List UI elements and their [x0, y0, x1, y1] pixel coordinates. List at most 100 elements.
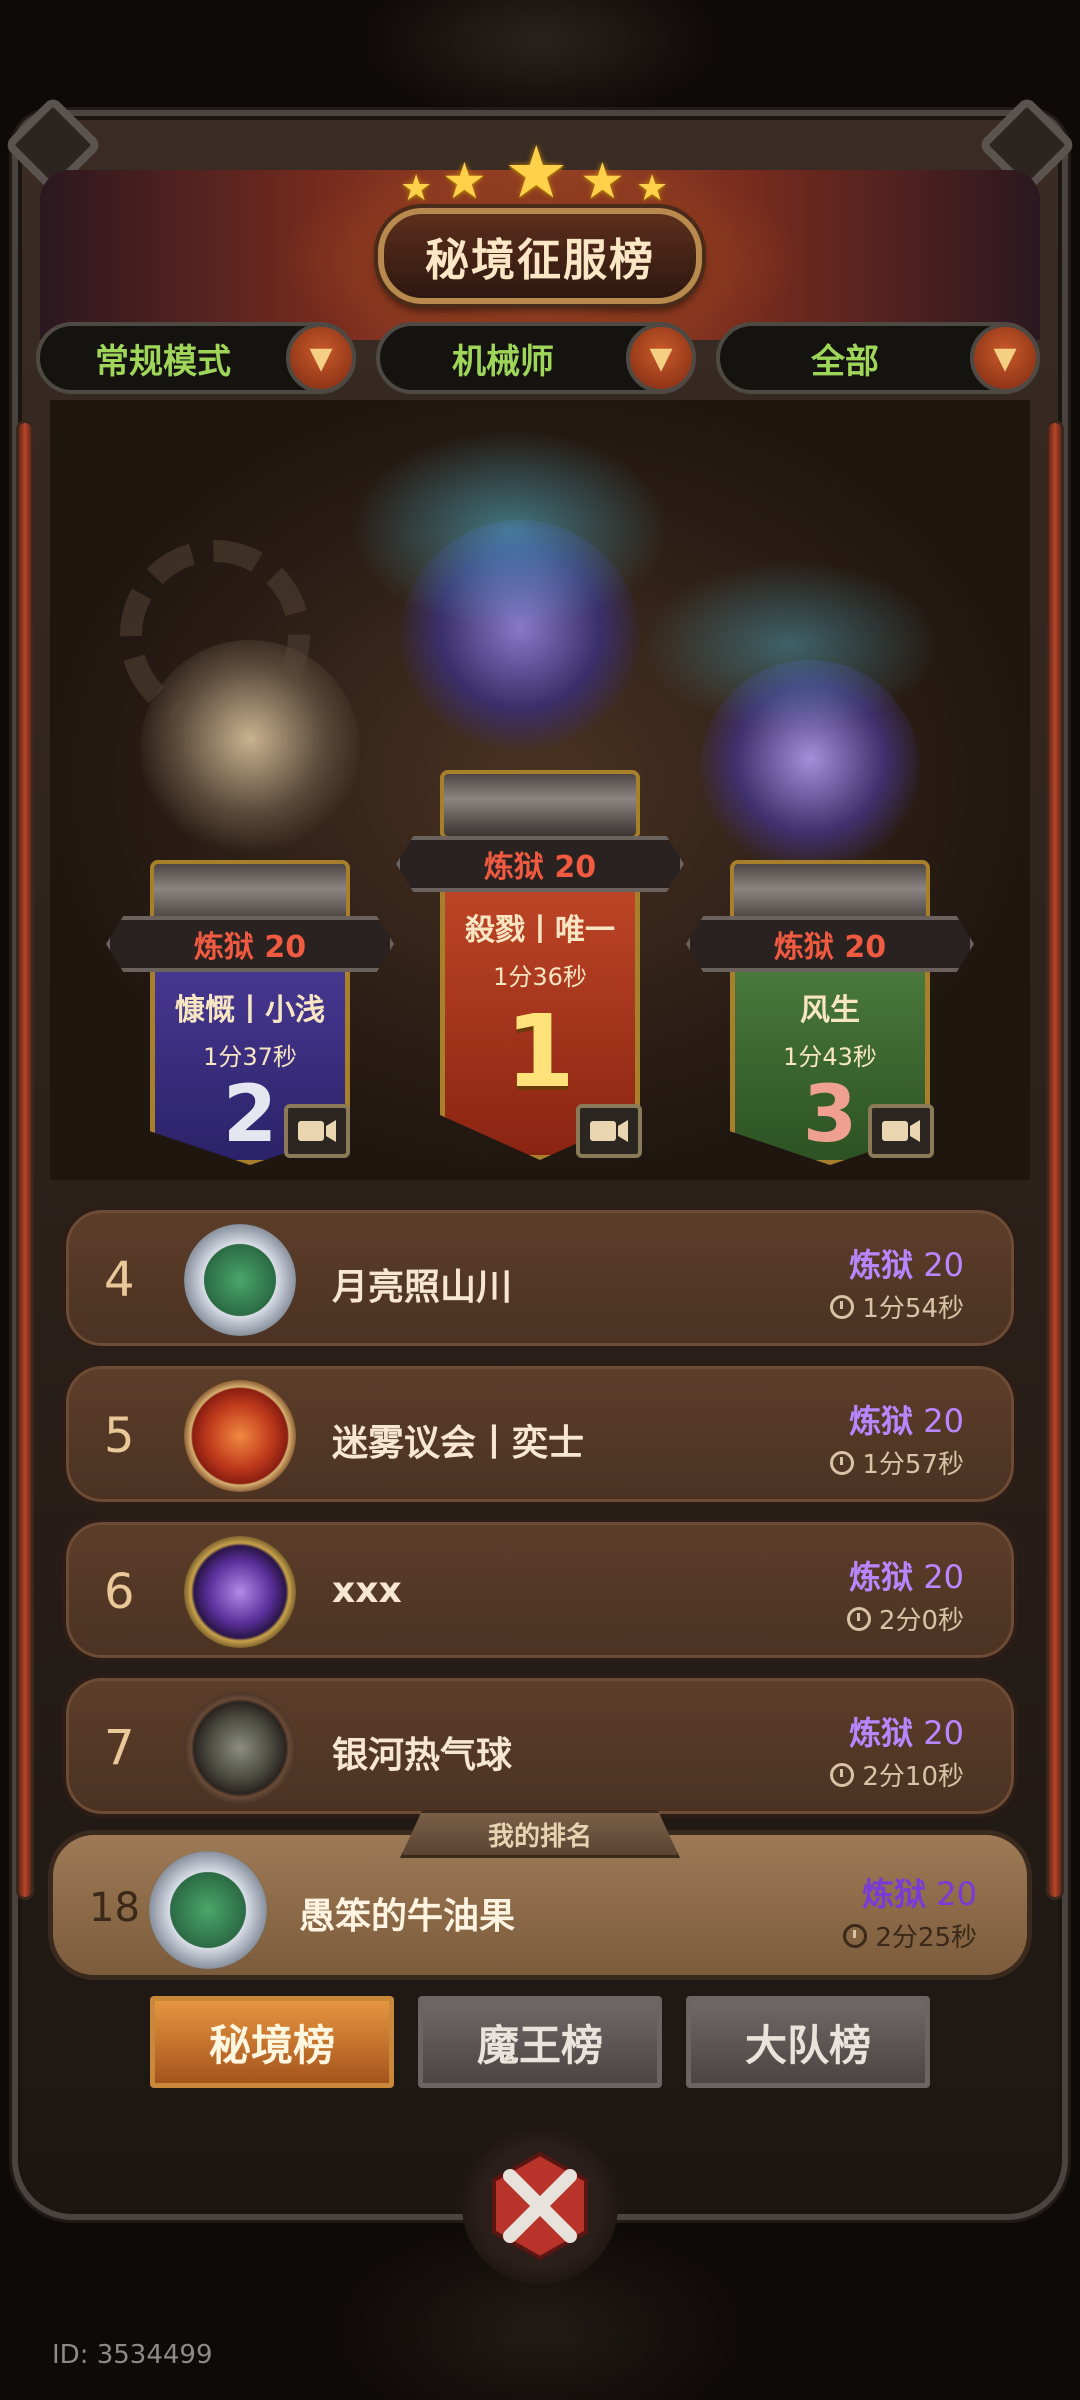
row-time: 1分57秒 — [830, 1444, 964, 1481]
filter-scope-label: 全部 — [811, 341, 879, 382]
clock-icon — [843, 1923, 868, 1948]
avatar — [149, 1851, 267, 1969]
ranking-row[interactable]: 5 迷雾议会丨奕士 炼狱 20 1分57秒 — [62, 1362, 1018, 1506]
row-player-name: 银河热气球 — [332, 1735, 513, 1776]
star-icon: ★ — [442, 152, 487, 210]
row-difficulty-level: 20 — [923, 1402, 964, 1440]
star-icon: ★ — [636, 168, 669, 209]
title-plate: 秘境征服榜 — [378, 208, 702, 304]
row-player-name: 月亮照山川 — [332, 1267, 513, 1308]
avatar — [184, 1536, 296, 1648]
avatar — [184, 1692, 296, 1804]
podium-third-difficulty: 炼狱 20 — [773, 930, 887, 965]
row-time: 1分54秒 — [830, 1288, 964, 1325]
my-difficulty: 炼狱 20 — [862, 1869, 977, 1915]
row-time: 2分0秒 — [846, 1600, 964, 1637]
row-player-name: 迷雾议会丨奕士 — [332, 1423, 585, 1464]
row-rank: 5 — [104, 1408, 135, 1464]
replay-video-button-first[interactable] — [576, 1104, 642, 1158]
chevron-down-icon[interactable]: ▼ — [970, 323, 1040, 393]
podium-third-time: 1分43秒 — [783, 1043, 877, 1071]
my-rank-tab: 我的排名 — [400, 1810, 680, 1858]
podium-second-difficulty-tag: 炼狱 20 — [106, 916, 394, 972]
row-time: 2分10秒 — [830, 1756, 964, 1793]
row-difficulty: 炼狱 20 — [849, 1396, 964, 1442]
podium-second-time: 1分37秒 — [203, 1043, 297, 1071]
avatar — [184, 1380, 296, 1492]
page-title: 秘境征服榜 — [425, 235, 655, 286]
podium-first-difficulty-tag: 炼狱 20 — [396, 836, 684, 892]
podium-second-rank: 2 — [222, 1070, 278, 1160]
filter-class-label: 机械师 — [452, 341, 554, 382]
row-player-name: xxx — [332, 1570, 402, 1611]
row-difficulty-level: 20 — [923, 1246, 964, 1284]
clock-icon — [846, 1606, 871, 1631]
filter-mode-dropdown[interactable]: 常规模式 ▼ — [36, 322, 356, 394]
sparkle-effect — [350, 430, 670, 630]
my-difficulty-level: 20 — [936, 1875, 977, 1913]
podium-first-rank: 1 — [505, 993, 575, 1110]
row-time-value: 2分0秒 — [878, 1606, 964, 1636]
replay-video-button-third[interactable] — [868, 1104, 934, 1158]
row-difficulty-level: 20 — [923, 1558, 964, 1596]
chevron-down-icon[interactable]: ▼ — [626, 323, 696, 393]
filter-mode-label: 常规模式 — [95, 341, 231, 382]
filter-scope-dropdown[interactable]: 全部 ▼ — [716, 322, 1040, 394]
my-rank-number: 18 — [89, 1885, 140, 1931]
stars-decoration: ★ ★ ★ ★ ★ — [400, 130, 680, 220]
ranking-row[interactable]: 6 xxx 炼狱 20 2分0秒 — [62, 1518, 1018, 1662]
row-difficulty-label: 炼狱 — [849, 1714, 914, 1752]
clock-icon — [830, 1762, 855, 1787]
clock-icon — [830, 1450, 855, 1475]
sparkle-effect — [640, 560, 940, 730]
video-camera-icon — [882, 1120, 920, 1142]
podium-first-difficulty: 炼狱 20 — [483, 850, 597, 885]
character-second — [140, 640, 360, 860]
my-player-name: 愚笨的牛油果 — [299, 1896, 516, 1937]
pedestal-first — [440, 770, 640, 840]
star-icon: ★ — [580, 152, 625, 210]
row-difficulty: 炼狱 20 — [849, 1708, 964, 1754]
row-time-value: 2分10秒 — [862, 1762, 964, 1792]
tab-squad[interactable]: 大队榜 — [686, 1996, 930, 2088]
podium-second-name: 慷慨丨小浅 — [175, 993, 325, 1028]
row-difficulty-level: 20 — [923, 1714, 964, 1752]
row-difficulty-label: 炼狱 — [849, 1246, 914, 1284]
side-rail-left — [16, 420, 34, 1900]
chevron-down-icon[interactable]: ▼ — [286, 323, 356, 393]
replay-video-button-second[interactable] — [284, 1104, 350, 1158]
podium-first-name: 殺戮丨唯一 — [465, 913, 615, 948]
row-difficulty: 炼狱 20 — [849, 1240, 964, 1286]
star-icon: ★ — [504, 130, 569, 214]
my-difficulty-label: 炼狱 — [862, 1875, 927, 1913]
close-button[interactable] — [462, 2128, 618, 2284]
row-difficulty: 炼狱 20 — [849, 1552, 964, 1598]
filter-class-dropdown[interactable]: 机械师 ▼ — [376, 322, 696, 394]
row-time-value: 1分54秒 — [862, 1294, 964, 1324]
row-time-value: 1分57秒 — [862, 1450, 964, 1480]
user-id-label: ID: 3534499 — [52, 2340, 213, 2370]
close-icon — [492, 2151, 588, 2261]
podium-third-difficulty-tag: 炼狱 20 — [686, 916, 974, 972]
tab-secret-realm[interactable]: 秘境榜 — [150, 1996, 394, 2088]
row-difficulty-label: 炼狱 — [849, 1402, 914, 1440]
video-camera-icon — [590, 1120, 628, 1142]
row-rank: 7 — [104, 1720, 135, 1776]
podium-third-rank: 3 — [802, 1070, 858, 1160]
podium-second-difficulty: 炼狱 20 — [193, 930, 307, 965]
podium-first-time: 1分36秒 — [493, 963, 587, 991]
row-rank: 6 — [104, 1564, 135, 1620]
row-rank: 4 — [104, 1252, 135, 1308]
ranking-row[interactable]: 7 银河热气球 炼狱 20 2分10秒 — [62, 1674, 1018, 1818]
podium-third-name: 风生 — [800, 993, 860, 1028]
my-time: 2分25秒 — [843, 1917, 977, 1954]
my-rank-tab-label: 我的排名 — [487, 1821, 592, 1852]
clock-icon — [830, 1294, 855, 1319]
ranking-row[interactable]: 4 月亮照山川 炼狱 20 1分54秒 — [62, 1206, 1018, 1350]
tab-demon-king[interactable]: 魔王榜 — [418, 1996, 662, 2088]
star-icon: ★ — [400, 168, 433, 209]
avatar — [184, 1224, 296, 1336]
row-difficulty-label: 炼狱 — [849, 1558, 914, 1596]
side-rail-right — [1046, 420, 1064, 1900]
video-camera-icon — [298, 1120, 336, 1142]
